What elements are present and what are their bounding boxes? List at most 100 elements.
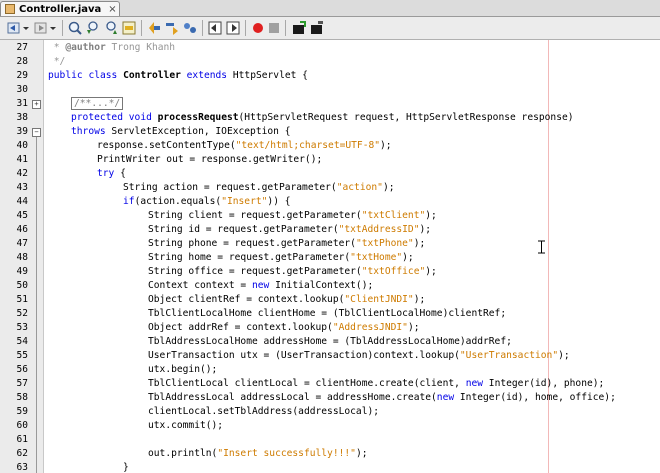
line-number: 50 [16,280,28,291]
line-number: 27 [16,42,28,53]
string-literal: "text/html;charset=UTF-8" [235,140,381,151]
code-line-63: } [123,462,129,473]
code-text: ); [425,210,437,221]
string-literal: "Insert successfully!!!" [217,448,356,459]
line-number: 47 [16,238,28,249]
code-line-52: TblClientLocalHome clientHome = (TblClie… [148,308,507,319]
fold-collapse-icon[interactable]: − [32,128,41,137]
comment-icon[interactable] [291,20,307,36]
dropdown-icon[interactable] [49,20,57,36]
code-line-27: * @author Trong Khanh [48,41,175,55]
code-text: ); [382,182,395,193]
code-text: ); [425,266,437,277]
code-text: (HttpServletRequest request, HttpServlet… [238,112,574,123]
code-line-62: out.println("Insert successfully!!!"); [148,447,368,461]
code-line-43: String action = request.getParameter("ac… [123,181,395,195]
string-literal: "AddressJNDI" [332,322,408,333]
line-number: 40 [16,140,28,151]
find-icon[interactable] [67,20,83,36]
code-text: (action.equals( [134,196,222,207]
keyword: throws [71,126,106,137]
dropdown-icon[interactable] [22,20,30,36]
java-file-icon [5,4,15,14]
code-line-57: TblClientLocal clientLocal = clientHome.… [148,377,604,391]
code-line-40: response.setContentType("text/html;chars… [97,139,392,153]
code-text: ); [413,238,426,249]
line-number: 63 [16,462,28,473]
code-text: ); [380,140,392,151]
code-text: Context context = [148,280,252,291]
keyword: extends [186,70,228,81]
string-literal: "txtAddressID" [338,224,420,235]
line-number: 60 [16,420,28,431]
code-text: TblAddressLocal addressLocal = addressHo… [148,392,437,403]
code-line-31: /**...*/ [71,97,124,111]
method-name: processRequest [157,112,239,123]
tab-label: Controller.java [19,3,102,15]
next-bookmark-icon[interactable] [225,20,241,36]
code-line-45: String client = request.getParameter("tx… [148,209,437,223]
close-tab-icon[interactable]: × [108,4,116,15]
previous-bookmark-icon[interactable] [207,20,223,36]
comment-text: Trong Khanh [105,42,176,53]
start-macro-icon[interactable] [250,20,266,36]
toolbar-separator [62,20,63,36]
find-previous-icon[interactable] [85,20,101,36]
code-editor[interactable]: 27 28 29 30 31 38 39 40 41 42 43 44 45 4… [0,40,660,473]
code-text: Object clientRef = context.lookup( [148,294,345,305]
code-text: InitialContext(); [269,280,374,291]
code-text: )) { [267,196,291,207]
code-line-58: TblAddressLocal addressLocal = addressHo… [148,391,616,405]
code-text: out.println( [148,448,218,459]
shift-right-icon[interactable] [164,20,180,36]
toolbar-separator [285,20,286,36]
uncomment-icon[interactable] [309,20,325,36]
folded-javadoc[interactable]: /**...*/ [71,97,124,110]
line-number-gutter: 27 28 29 30 31 38 39 40 41 42 43 44 45 4… [0,40,44,473]
code-line-56: utx.begin(); [148,364,218,375]
find-next-icon[interactable] [103,20,119,36]
line-number: 42 [16,168,28,179]
line-number: 28 [16,56,28,67]
code-text: HttpServlet { [227,70,308,81]
line-number: 39 [16,126,28,137]
code-line-28: */ [48,56,66,67]
fold-expand-icon[interactable]: + [32,100,41,109]
forward-icon[interactable] [33,20,49,36]
editor-tab-bar: Controller.java × [0,0,660,17]
tab-controller-java[interactable]: Controller.java × [0,1,120,16]
stop-macro-icon[interactable] [266,20,282,36]
back-icon[interactable] [6,20,22,36]
code-text: String client = request.getParameter( [148,210,362,221]
line-number: 46 [16,224,28,235]
bookmark-icon[interactable] [182,20,198,36]
shift-left-icon[interactable] [146,20,162,36]
code-text: UserTransaction utx = (UserTransaction)c… [148,350,460,361]
code-text: response.setContentType( [97,140,236,151]
toolbar-separator [141,20,142,36]
keyword: try [97,168,115,179]
line-number: 59 [16,406,28,417]
code-line-53: Object addrRef = context.lookup("Address… [148,321,420,335]
line-number: 55 [16,350,28,361]
keyword: class [88,70,118,81]
line-number: 61 [16,434,28,445]
code-line-54: TblAddressLocalHome addressHome = (TblAd… [148,336,512,347]
code-text: ); [355,448,368,459]
code-text: String phone = request.getParameter( [148,238,356,249]
code-line-42: try { [97,167,126,181]
toggle-highlight-icon[interactable] [121,20,137,36]
fold-guide-line [35,137,37,473]
code-text: Object addrRef = context.lookup( [148,322,333,333]
string-literal: "UserTransaction" [459,350,559,361]
code-line-41: PrintWriter out = response.getWriter(); [97,154,323,165]
line-number: 45 [16,210,28,221]
keyword: new [465,378,484,389]
text-cursor-icon [538,240,545,254]
toolbar-separator [245,20,246,36]
line-number: 53 [16,322,28,333]
string-literal: "txtOffice" [361,266,426,277]
code-line-60: utx.commit(); [148,420,224,431]
string-literal: "txtClient" [361,210,426,221]
code-text: { [114,168,126,179]
